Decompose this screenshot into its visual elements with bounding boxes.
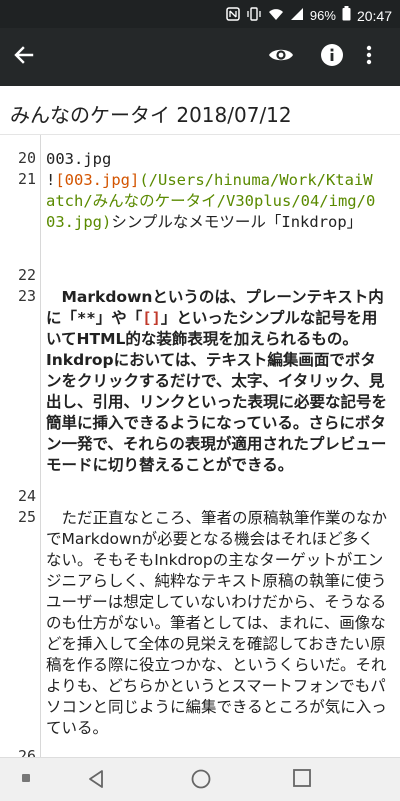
square-dot-icon[interactable] <box>22 774 30 782</box>
paragraph-text: 」や「 <box>95 309 143 327</box>
navigation-bar <box>0 757 400 801</box>
markdown-editor[interactable]: 20 21 22 23 24 25 26 003.jpg ![003.jpg](… <box>0 135 400 757</box>
nav-recents-button[interactable] <box>292 768 312 788</box>
editor-paragraph[interactable]: ただ正直なところ、筆者の原稿執筆作業のなかでMarkdownが必要となる機会はそ… <box>46 508 388 739</box>
image-bang: ! <box>46 171 56 189</box>
wifi-icon <box>268 7 284 25</box>
paragraph-text: ただ正直なところ、筆者の原稿執筆作業のなかでMarkdownが必要となる機会はそ… <box>46 509 388 737</box>
bold-marker: ** <box>77 309 96 327</box>
preview-button[interactable] <box>268 43 298 71</box>
line-number: 24 <box>17 487 36 505</box>
status-bar: 96% 20:47 <box>0 0 400 28</box>
nav-home-button[interactable] <box>190 768 212 790</box>
note-title[interactable]: みんなのケータイ 2018/07/12 <box>10 99 292 128</box>
gutter-divider <box>40 135 41 757</box>
eye-icon <box>269 49 293 61</box>
line-text: シンプルなメモツール「Inkdrop」 <box>111 213 363 231</box>
vibrate-icon <box>246 6 262 25</box>
link-marker: [] <box>142 309 161 327</box>
editor-paragraph[interactable]: Markdownというのは、プレーンテキスト内に「**」や「[]」といったシンプ… <box>46 287 388 476</box>
line-number: 20 <box>17 149 36 167</box>
battery-percent: 96% <box>309 8 336 23</box>
nav-back-icon <box>89 770 103 788</box>
nav-recents-icon <box>293 769 311 787</box>
line-number: 22 <box>17 266 36 284</box>
line-number-gutter: 20 21 22 23 24 25 26 <box>0 135 40 757</box>
line-number: 21 <box>17 170 36 188</box>
clock: 20:47 <box>356 7 392 24</box>
more-vert-icon <box>366 45 372 65</box>
status-icons: 96% 20:47 <box>226 6 392 25</box>
editor-line[interactable]: ![003.jpg](/Users/hinuma/Work/KtaiWatch/… <box>46 170 376 233</box>
battery-icon <box>342 6 351 25</box>
editor-line[interactable]: 003.jpg <box>46 149 386 170</box>
nfc-icon <box>226 6 240 25</box>
image-alt-text: [003.jpg] <box>55 171 140 189</box>
line-number: 25 <box>17 508 36 526</box>
app-bar <box>0 28 400 86</box>
info-icon <box>321 44 343 66</box>
line-text: 003.jpg <box>46 150 112 168</box>
nav-home-icon <box>191 769 211 789</box>
back-arrow-icon <box>14 46 34 64</box>
note-title-area: みんなのケータイ 2018/07/12 <box>0 86 400 135</box>
nav-back-button[interactable] <box>86 768 108 790</box>
line-number: 26 <box>17 747 36 757</box>
back-button[interactable] <box>12 43 44 71</box>
signal-icon <box>290 7 304 25</box>
more-options-button[interactable] <box>365 43 385 71</box>
line-number: 23 <box>17 287 36 305</box>
info-button[interactable] <box>320 43 348 71</box>
paragraph-text: 」といったシンプルな記号を用いてHTML的な装飾表現を加えられるもの。Inkdr… <box>46 309 388 474</box>
